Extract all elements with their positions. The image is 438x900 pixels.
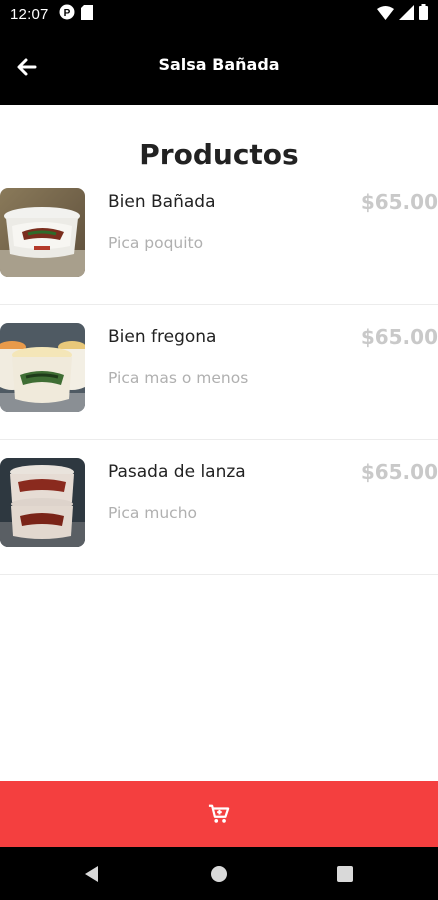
status-right-icons	[377, 4, 428, 24]
system-nav-bar	[0, 847, 438, 900]
status-bar: 12:07 P	[0, 0, 438, 28]
signal-icon	[399, 4, 414, 24]
product-price: $65.00	[360, 190, 438, 214]
circle-home-icon	[211, 866, 227, 882]
nav-recents-button[interactable]	[333, 862, 357, 886]
product-item[interactable]: Bien fregona Pica mas o menos $65.00	[0, 305, 438, 440]
product-item[interactable]: Pasada de lanza Pica mucho $65.00	[0, 440, 438, 575]
sd-card-icon	[80, 4, 93, 24]
app-notification-icon: P	[59, 4, 75, 24]
product-price: $65.00	[360, 325, 438, 349]
product-image	[0, 188, 85, 277]
page-title: Salsa Bañada	[158, 55, 280, 74]
section-title: Productos	[139, 138, 299, 171]
nav-back-button[interactable]	[80, 862, 104, 886]
app-bar: Salsa Bañada	[0, 28, 438, 105]
cart-button[interactable]	[0, 781, 438, 847]
product-item[interactable]: Bien Bañada Pica poquito $65.00	[0, 170, 438, 305]
product-image	[0, 323, 85, 412]
add-to-cart-icon	[208, 804, 230, 823]
square-recents-icon	[337, 866, 353, 882]
status-time: 12:07	[10, 5, 49, 23]
product-image	[0, 458, 85, 547]
product-list-screen: Productos Bien Bañada Pica poquito $65.0…	[0, 105, 438, 781]
product-name: Bien Bañada	[108, 192, 216, 212]
triangle-back-icon	[85, 866, 98, 882]
product-price: $65.00	[360, 460, 438, 484]
product-description: Pica mucho	[108, 504, 198, 522]
nav-home-button[interactable]	[207, 862, 231, 886]
status-left-icons: P	[59, 4, 93, 24]
wifi-icon	[377, 5, 394, 24]
product-description: Pica poquito	[108, 234, 204, 252]
svg-text:P: P	[63, 8, 70, 19]
product-name: Pasada de lanza	[108, 462, 246, 482]
battery-icon	[419, 4, 428, 24]
product-name: Bien fregona	[108, 327, 217, 347]
product-description: Pica mas o menos	[108, 369, 249, 387]
